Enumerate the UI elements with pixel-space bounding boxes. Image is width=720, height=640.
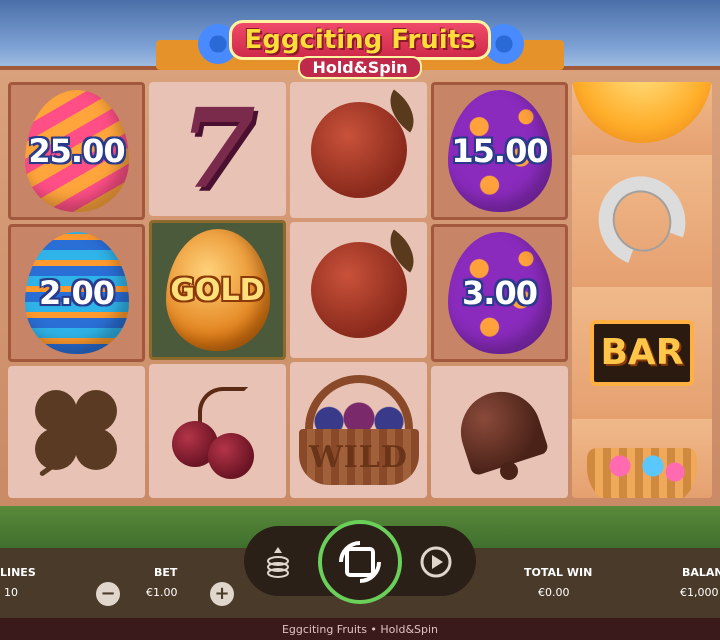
reel-1-cell-3: [8, 366, 145, 498]
reel-3-cell-1: [290, 82, 427, 218]
footer-bar: Eggciting Fruits • Hold&Spin: [0, 618, 720, 640]
egg-symbol-icon: 25.00: [24, 90, 129, 212]
bet-label: BET: [154, 566, 178, 579]
basket-icon: [587, 448, 697, 498]
bell-icon: [450, 381, 550, 482]
reel-3-cell-3: WILD: [290, 362, 427, 498]
reel-1-cell-1: 25.00: [8, 82, 145, 220]
reel-4-cell-3: [431, 366, 568, 498]
total-win-value: €0.00: [538, 586, 570, 599]
autoplay-button[interactable]: [416, 542, 456, 582]
reel-5-cell-4: [572, 418, 712, 498]
cherries-icon: [168, 381, 268, 481]
clover-icon: [27, 382, 127, 482]
egg-value: 2.00: [39, 274, 115, 312]
gold-egg-label: GOLD: [170, 272, 265, 308]
reel-5-cell-3: BAR: [572, 286, 712, 419]
bet-increase-button[interactable]: +: [210, 582, 234, 606]
bar-icon: BAR: [590, 319, 694, 386]
reel-4-cell-1: 15.00: [431, 82, 568, 220]
reel-3-cell-2: [290, 222, 427, 358]
orange-icon: [310, 89, 425, 198]
coin-stack-icon: [267, 547, 289, 578]
game-logo: Eggciting Fruits Hold&Spin: [156, 20, 564, 82]
egg-symbol-icon: 15.00: [447, 90, 552, 212]
gold-egg-icon: GOLD: [165, 229, 270, 351]
horseshoe-icon: [584, 161, 700, 280]
reel-4: 15.00 3.00: [431, 82, 568, 498]
egg-symbol-icon: 3.00: [447, 232, 552, 354]
bet-decrease-button[interactable]: −: [96, 582, 120, 606]
lines-value: 10: [4, 586, 18, 599]
balance-value: €1,000: [680, 586, 719, 599]
coin-stack-button[interactable]: [258, 542, 298, 582]
total-win-label: TOTAL WIN: [524, 566, 593, 579]
reel-3: WILD: [290, 82, 427, 498]
spin-icon: [339, 541, 381, 583]
wild-label: WILD: [309, 439, 408, 475]
autoplay-icon: [420, 546, 452, 578]
seven-icon: 7: [179, 84, 256, 213]
reel-5-cell-2: [572, 154, 712, 287]
reel-grid: 25.00 2.00 7 GOLD WILD 15.00 3.00 BAR: [8, 82, 712, 498]
balance-label: BALAN: [682, 566, 720, 579]
lines-label: LINES: [0, 566, 36, 579]
egg-value: 15.00: [451, 132, 548, 170]
game-title: Eggciting Fruits: [229, 20, 491, 60]
spin-button[interactable]: [318, 520, 402, 604]
egg-value: 3.00: [462, 274, 538, 312]
orange-icon: [310, 229, 425, 338]
reel-2-cell-2: GOLD: [149, 220, 286, 360]
egg-value: 25.00: [28, 132, 125, 170]
reel-5-cell-1: [572, 82, 712, 155]
bet-value: €1.00: [146, 586, 178, 599]
egg-symbol-icon: 2.00: [24, 232, 129, 354]
reel-1-cell-2: 2.00: [8, 224, 145, 362]
game-subtitle: Hold&Spin: [298, 56, 422, 79]
reel-4-cell-2: 3.00: [431, 224, 568, 362]
bar-label: BAR: [600, 332, 684, 374]
wild-basket-icon: WILD: [295, 375, 423, 485]
reel-2-cell-3: [149, 364, 286, 498]
reel-5-spinning: BAR: [572, 82, 712, 498]
reel-1: 25.00 2.00: [8, 82, 145, 498]
orange-slice-icon: [572, 82, 712, 144]
footer-title: Eggciting Fruits • Hold&Spin: [281, 622, 439, 636]
reel-2: 7 GOLD: [149, 82, 286, 498]
reel-2-cell-1: 7: [149, 82, 286, 216]
